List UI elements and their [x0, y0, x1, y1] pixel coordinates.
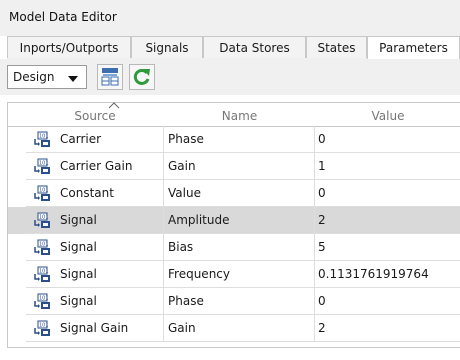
grid-layout-icon	[101, 68, 119, 86]
source-cell[interactable]: 101 Signal	[26, 207, 164, 234]
column-header-name-label: Name	[221, 109, 258, 123]
table-row[interactable]: 101 Signal Bias 5	[8, 234, 460, 261]
window-titlebar: Model Data Editor	[0, 0, 460, 36]
name-cell[interactable]: Value	[164, 180, 315, 207]
name-text: Phase	[168, 294, 204, 308]
block-icon: 101	[34, 131, 50, 147]
tab-states[interactable]: States	[306, 36, 367, 58]
name-text: Phase	[168, 132, 204, 146]
table-header: Source Name Value	[8, 102, 460, 127]
table-row[interactable]: 101 Signal Phase 0	[8, 288, 460, 315]
source-text: Signal	[60, 213, 97, 227]
source-cell[interactable]: 101 Signal	[26, 261, 164, 288]
source-text: Signal	[60, 294, 97, 308]
value-cell[interactable]: 2	[315, 207, 460, 234]
view-mode-dropdown[interactable]: Design	[7, 65, 87, 89]
name-text: Frequency	[168, 267, 230, 281]
source-cell[interactable]: 101 Constant	[26, 180, 164, 207]
value-cell[interactable]: 0	[315, 126, 460, 153]
tab-bar: Inports/Outports Signals Data Stores Sta…	[7, 36, 460, 60]
value-cell[interactable]: 2	[315, 315, 460, 342]
toolbar: Design	[0, 59, 460, 95]
source-cell[interactable]: 101 Carrier Gain	[26, 153, 164, 180]
source-cell[interactable]: 101 Signal	[26, 288, 164, 315]
sort-ascending-icon	[108, 102, 120, 109]
view-mode-value: Design	[13, 70, 55, 84]
column-header-value[interactable]: Value	[315, 103, 460, 126]
tab-parameters[interactable]: Parameters	[367, 36, 460, 60]
value-text: 2	[318, 213, 326, 227]
parameter-table: Source Name Value 101 Carrier Phase 0 10…	[7, 102, 460, 348]
table-row[interactable]: 101 Constant Value 0	[8, 180, 460, 207]
name-cell[interactable]: Phase	[164, 126, 315, 153]
source-cell[interactable]: 101 Signal	[26, 234, 164, 261]
tab-signals[interactable]: Signals	[131, 36, 203, 58]
svg-text:101: 101	[39, 296, 49, 302]
block-icon: 101	[34, 239, 50, 255]
svg-text:101: 101	[39, 188, 49, 194]
svg-text:101: 101	[39, 323, 49, 329]
block-icon: 101	[34, 158, 50, 174]
value-cell[interactable]: 0	[315, 288, 460, 315]
value-text: 5	[318, 240, 326, 254]
name-cell[interactable]: Amplitude	[164, 207, 315, 234]
value-text: 0	[318, 294, 326, 308]
svg-text:101: 101	[39, 242, 49, 248]
source-cell[interactable]: 101 Signal Gain	[26, 315, 164, 342]
name-text: Value	[168, 186, 201, 200]
source-text: Constant	[60, 186, 114, 200]
table-row[interactable]: 101 Signal Frequency 0.1131761919764	[8, 261, 460, 288]
name-text: Gain	[168, 159, 196, 173]
column-header-value-label: Value	[371, 109, 405, 123]
source-cell[interactable]: 101 Carrier	[26, 126, 164, 153]
value-cell[interactable]: 0	[315, 180, 460, 207]
value-cell[interactable]: 0.1131761919764	[315, 261, 460, 288]
svg-text:101: 101	[39, 161, 49, 167]
tab-data-stores[interactable]: Data Stores	[203, 36, 306, 58]
refresh-button[interactable]	[129, 64, 155, 90]
tab-inports-outports[interactable]: Inports/Outports	[7, 36, 131, 58]
column-header-name[interactable]: Name	[164, 103, 315, 126]
block-icon: 101	[34, 212, 50, 228]
name-text: Bias	[168, 240, 194, 254]
table-row[interactable]: 101 Carrier Phase 0	[8, 126, 460, 153]
column-layout-button[interactable]	[97, 64, 123, 90]
column-header-source-label: Source	[74, 109, 116, 123]
name-cell[interactable]: Bias	[164, 234, 315, 261]
window-bottom-edge	[0, 348, 460, 360]
value-cell[interactable]: 5	[315, 234, 460, 261]
value-text: 0.1131761919764	[318, 267, 429, 281]
dropdown-arrow-icon	[68, 76, 78, 82]
svg-text:101: 101	[39, 269, 49, 275]
svg-text:101: 101	[39, 134, 49, 140]
table-row[interactable]: 101 Carrier Gain Gain 1	[8, 153, 460, 180]
name-cell[interactable]: Phase	[164, 288, 315, 315]
value-text: 2	[318, 321, 326, 335]
value-text: 0	[318, 186, 326, 200]
name-cell[interactable]: Frequency	[164, 261, 315, 288]
name-cell[interactable]: Gain	[164, 315, 315, 342]
svg-text:101: 101	[39, 215, 49, 221]
column-header-source[interactable]: Source	[26, 102, 164, 126]
value-cell[interactable]: 1	[315, 153, 460, 180]
name-text: Gain	[168, 321, 196, 335]
table-row[interactable]: 101 Signal Gain Gain 2	[8, 315, 460, 342]
name-cell[interactable]: Gain	[164, 153, 315, 180]
table-row[interactable]: 101 Signal Amplitude 2	[8, 207, 460, 234]
source-text: Signal Gain	[60, 321, 129, 335]
block-icon: 101	[34, 266, 50, 282]
block-icon: 101	[34, 185, 50, 201]
block-icon: 101	[34, 293, 50, 309]
value-text: 0	[318, 132, 326, 146]
window-title: Model Data Editor	[9, 10, 117, 24]
source-text: Signal	[60, 240, 97, 254]
source-text: Carrier Gain	[60, 159, 133, 173]
source-text: Carrier	[60, 132, 102, 146]
refresh-icon	[133, 68, 150, 85]
block-icon: 101	[34, 320, 50, 336]
source-text: Signal	[60, 267, 97, 281]
name-text: Amplitude	[168, 213, 230, 227]
value-text: 1	[318, 159, 326, 173]
